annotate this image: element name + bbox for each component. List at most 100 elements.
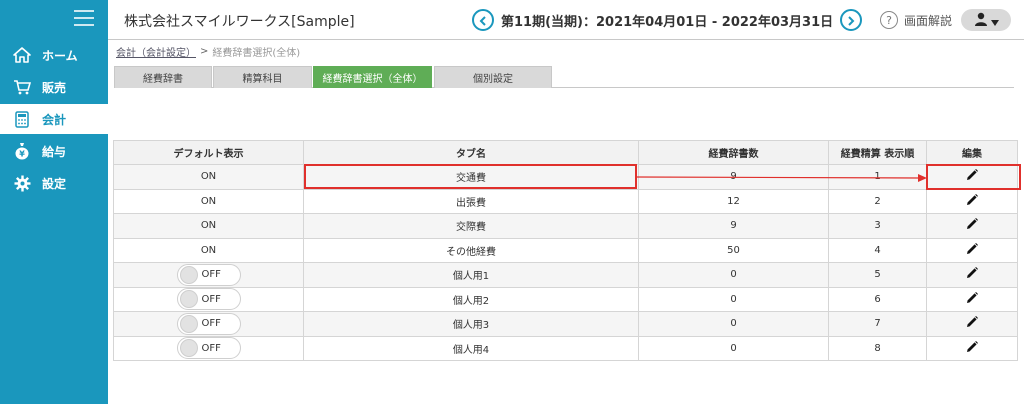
sidebar-item-settings[interactable]: 設定 [0,168,108,198]
display-order-cell: 3 [828,213,927,239]
tab-expense-dictionary[interactable]: 経費辞書 [114,66,212,88]
sidebar-item-label: 会計 [42,112,67,127]
tab-settlement-accounts[interactable]: 精算科目 [213,66,312,88]
help-label: 画面解説 [904,13,953,28]
display-order-cell: 4 [828,237,927,263]
default-display-cell: ON [113,164,304,190]
default-display-toggle[interactable]: OFF [176,337,241,360]
display-order-cell: 2 [828,188,927,214]
period-label: 第11期(当期)：2021年04月01日 - 2022年03月31日 [501,14,834,30]
sidebar-item-label: 販売 [42,80,67,95]
table-row: OFF 個人用4 0 8 [113,335,1018,361]
default-display-toggle[interactable]: OFF [176,263,241,286]
dictionary-count-cell: 9 [638,164,829,190]
table-row: ON その他経費 50 4 [113,237,1018,263]
table-row: ON 出張費 12 2 [113,188,1018,214]
sidebar-item-label: ホーム [42,48,78,63]
toggle-label: OFF [201,293,221,305]
tab-individual-settings[interactable]: 個別設定 [434,66,552,88]
column-header-display-order: 経費精算 表示順 [828,140,927,165]
pencil-icon[interactable] [966,316,978,331]
pencil-icon[interactable] [966,169,978,184]
hamburger-menu-icon[interactable] [74,10,94,26]
help-icon: ? [880,11,898,29]
breadcrumb: 会計（会計設定） > 経費辞書選択(全体) [116,44,300,59]
default-display-cell: ON [113,237,304,263]
default-display-toggle[interactable]: OFF [176,288,241,311]
caret-down-icon [990,11,999,30]
pencil-icon[interactable] [966,218,978,233]
toggle-label: OFF [201,318,221,330]
display-order-cell: 6 [828,286,927,312]
sidebar-item-home[interactable]: ホーム [0,40,108,70]
toggle-knob [179,265,198,284]
column-header-default-display: デフォルト表示 [113,140,304,165]
svg-text:¥: ¥ [19,150,25,159]
tab-name-cell: その他経費 [303,237,639,263]
default-display-cell: OFF [113,286,304,312]
toggle-label: OFF [201,269,221,281]
pencil-icon[interactable] [966,291,978,307]
column-header-dictionary-count: 経費辞書数 [638,140,829,165]
previous-period-button[interactable] [472,9,494,31]
breadcrumb-current: 経費辞書選択(全体) [212,48,301,59]
edit-cell [926,335,1018,361]
display-order-cell: 7 [828,311,927,337]
tab-name-cell: 個人用2 [303,286,639,312]
table-row: ON 交通費 9 1 [113,164,1018,190]
column-header-edit: 編集 [926,140,1018,165]
toggle-knob [179,314,198,333]
tab-bar: 経費辞書 精算科目 経費辞書選択（全体） 個別設定 [114,66,1014,88]
default-display-toggle[interactable]: OFF [176,312,241,335]
header: 株式会社スマイルワークス[Sample] 第11期(当期)：2021年04月01… [108,0,1024,40]
chevron-right-icon [846,11,856,30]
toggle-knob [179,290,198,309]
tab-name-cell: 交際費 [303,213,639,239]
sidebar-item-label: 給与 [42,144,67,159]
edit-cell [926,311,1018,337]
tab-name-cell: 個人用3 [303,311,639,337]
edit-cell [926,286,1018,312]
edit-cell [926,262,1018,288]
pencil-icon[interactable] [966,193,978,209]
tab-name-cell: 出張費 [303,188,639,214]
sidebar-item-payroll[interactable]: ¥ 給与 [0,136,108,166]
default-display-cell: OFF [113,311,304,337]
pencil-icon[interactable] [966,340,978,356]
sidebar-item-sales[interactable]: 販売 [0,72,108,102]
screen-help-link[interactable]: ? 画面解説 [880,11,952,29]
default-display-cell: OFF [113,335,304,361]
dictionary-count-cell: 50 [638,237,829,263]
pencil-icon[interactable] [966,267,978,282]
edit-cell [926,213,1018,239]
default-display-cell: ON [113,188,304,214]
cart-icon [12,78,32,96]
dictionary-count-cell: 12 [638,188,829,214]
default-display-cell: OFF [113,262,304,288]
gear-icon [12,174,32,192]
table-row: OFF 個人用3 0 7 [113,311,1018,337]
expense-tab-table: デフォルト表示 タブ名 経費辞書数 経費精算 表示順 編集 ON 交通費 9 1 ON 出… [113,140,1018,361]
toggle-label: OFF [201,342,221,354]
edit-cell [926,188,1018,214]
breadcrumb-link-accounting-settings[interactable]: 会計（会計設定） [116,44,196,59]
tab-name-cell: 交通費 [303,164,639,190]
money-bag-icon: ¥ [12,142,32,160]
tab-expense-dictionary-selection[interactable]: 経費辞書選択（全体） [313,66,432,88]
calculator-icon [12,110,32,128]
pencil-icon[interactable] [966,242,978,258]
display-order-cell: 8 [828,335,927,361]
period-selector: 第11期(当期)：2021年04月01日 - 2022年03月31日 [472,9,863,31]
edit-cell [926,237,1018,263]
edit-cell [926,164,1018,190]
dictionary-count-cell: 0 [638,262,829,288]
user-menu-button[interactable] [961,9,1011,31]
table-row: ON 交際費 9 3 [113,213,1018,239]
next-period-button[interactable] [840,9,863,31]
sidebar-item-accounting[interactable]: 会計 [0,104,108,134]
display-order-cell: 1 [828,164,927,190]
default-display-cell: ON [113,213,304,239]
dictionary-count-cell: 0 [638,335,829,361]
home-icon [12,46,32,64]
table-row: OFF 個人用1 0 5 [113,262,1018,288]
